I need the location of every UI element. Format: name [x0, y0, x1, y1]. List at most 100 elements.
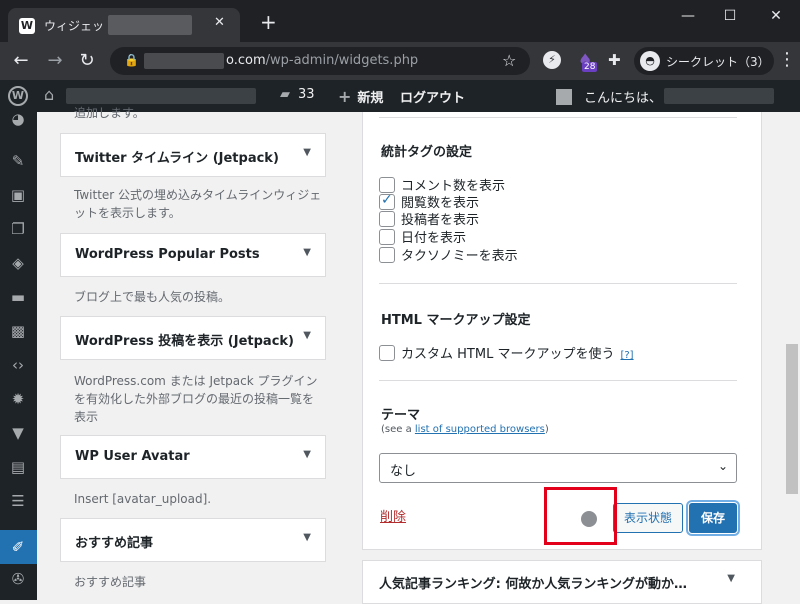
bookmark-star-icon[interactable]: ☆	[502, 51, 516, 70]
howdy-account[interactable]: こんにちは、	[556, 87, 662, 106]
plus-icon: +	[338, 87, 352, 106]
save-button[interactable]: 保存	[689, 503, 737, 533]
collapsed-widget[interactable]: 人気記事ランキング: 何故か人気ランキングが動か… ▼	[362, 560, 762, 604]
stats-option[interactable]: 投稿者を表示	[379, 209, 479, 228]
extension-badge: 28	[582, 62, 598, 72]
option-label: 日付を表示	[401, 231, 467, 246]
checkbox[interactable]	[379, 247, 395, 263]
appearance-menu-active[interactable]: ✐	[0, 530, 37, 564]
browser-tab[interactable]: W ウィジェット ‹ ✕	[8, 8, 240, 42]
html-option[interactable]: カスタム HTML マークアップを使う [?]	[379, 343, 634, 362]
logout-link[interactable]: ログアウト	[400, 87, 465, 106]
stats-option[interactable]: 閲覧数を表示	[379, 192, 479, 211]
forms-icon[interactable]: ▤	[6, 456, 30, 478]
new-content-link[interactable]: + 新規	[338, 87, 383, 106]
lightning-extension-icon[interactable]: ⚡	[543, 51, 561, 69]
widget-description: Insert [avatar_upload].	[74, 492, 212, 506]
puzzle-extensions-icon[interactable]: ✚	[608, 51, 621, 69]
new-tab-icon[interactable]: +	[260, 12, 277, 32]
dropdown-arrow-icon[interactable]: ▼	[303, 147, 311, 158]
posts-icon[interactable]: ✎	[6, 150, 30, 172]
widget-description: 追加します。	[74, 106, 145, 120]
option-label: タクソノミーを表示	[401, 249, 518, 264]
forward-icon[interactable]: →	[44, 50, 66, 71]
html-section-title: HTML マークアップ設定	[381, 313, 531, 328]
widget-title: WordPress 投稿を表示 (Jetpack)	[75, 334, 294, 349]
lock-icon: 🔒	[124, 53, 139, 67]
chevron-down-icon: ⌄	[717, 459, 728, 473]
url-redacted	[144, 53, 224, 69]
feedback-icon[interactable]: ▩	[6, 320, 30, 342]
howdy-label: こんにちは、	[584, 91, 663, 106]
reload-icon[interactable]: ↻	[76, 50, 98, 71]
checkbox[interactable]	[379, 177, 395, 193]
archive-icon[interactable]: ▬	[6, 286, 30, 308]
visibility-button[interactable]: 表示状態	[613, 503, 683, 533]
delete-link[interactable]: 削除	[380, 506, 406, 525]
incognito-button[interactable]: ◓ シークレット（3）	[634, 47, 774, 75]
widget-title: おすすめ記事	[75, 536, 154, 551]
settings-icon[interactable]: ✹	[6, 388, 30, 410]
divider	[379, 117, 737, 118]
checkbox[interactable]	[379, 345, 395, 361]
help-link[interactable]: [?]	[620, 350, 633, 361]
close-window-icon[interactable]: ✕	[764, 8, 788, 24]
tab-title-redacted	[108, 15, 192, 35]
dropdown-arrow-icon[interactable]: ▼	[303, 449, 311, 460]
divider	[379, 380, 737, 381]
address-bar[interactable]: 🔒 o.com/wp-admin/widgets.php ☆	[110, 47, 530, 75]
widget-title: Twitter タイムライン (Jetpack)	[75, 151, 279, 166]
comments-link[interactable]: ▰ 33	[280, 87, 315, 102]
stats-option[interactable]: タクソノミーを表示	[379, 245, 518, 264]
widget-title: WordPress Popular Posts	[75, 247, 260, 262]
code-icon[interactable]: ‹›	[6, 354, 30, 376]
available-widget[interactable]: WordPress 投稿を表示 (Jetpack) ▼	[60, 316, 326, 360]
dropdown-arrow-icon[interactable]: ▼	[303, 532, 311, 543]
tag-icon[interactable]: ◈	[6, 252, 30, 274]
wordpress-favicon-icon: W	[19, 18, 35, 34]
checkbox[interactable]	[379, 211, 395, 227]
available-widget[interactable]: おすすめ記事 ▼	[60, 518, 326, 562]
maximize-icon[interactable]: ☐	[718, 8, 742, 24]
wordpress-logo-icon[interactable]: W	[8, 86, 28, 106]
theme-select-value: なし	[390, 464, 417, 479]
available-widget[interactable]: Twitter タイムライン (Jetpack) ▼	[60, 133, 326, 177]
widget-description: WordPress.com または Jetpack プラグインを有効化した外部ブ…	[74, 374, 318, 424]
media-icon[interactable]: ▣	[6, 184, 30, 206]
widget-title: WP User Avatar	[75, 449, 190, 464]
notification-icon	[556, 89, 572, 105]
back-icon[interactable]: ←	[10, 50, 32, 71]
list-icon[interactable]: ☰	[6, 490, 30, 512]
dropdown-arrow-icon[interactable]: ▼	[727, 573, 735, 584]
dropdown-arrow-icon[interactable]: ▼	[303, 247, 311, 258]
minimize-icon[interactable]: —	[676, 8, 700, 24]
dropdown-arrow-icon[interactable]: ▼	[303, 330, 311, 341]
pages-icon[interactable]: ❐	[6, 218, 30, 240]
comment-count: 33	[298, 87, 315, 102]
comments-icon[interactable]: ▼	[6, 422, 30, 444]
available-widget[interactable]: WordPress Popular Posts ▼	[60, 233, 326, 277]
widget-description: Twitter 公式の埋め込みタイムラインウィジェットを表示します。	[74, 188, 322, 220]
stats-option[interactable]: 日付を表示	[379, 227, 467, 246]
theme-section-title: テーマ	[381, 408, 421, 423]
browser-toolbar: ← → ↻ 🔒 o.com/wp-admin/widgets.php ☆ ⚡ ♠…	[0, 42, 800, 80]
widget-description: ブログ上で最も人気の投稿。	[74, 290, 231, 304]
stats-section-title: 統計タグの設定	[381, 145, 473, 160]
scrollbar-thumb[interactable]	[786, 344, 798, 494]
plugins-icon[interactable]: ✇	[6, 568, 30, 590]
close-tab-icon[interactable]: ✕	[214, 15, 225, 30]
supported-browsers-link[interactable]: list of supported browsers	[415, 424, 545, 435]
browser-menu-icon[interactable]: ⋮	[778, 49, 796, 70]
home-icon[interactable]: ⌂	[44, 85, 54, 104]
theme-select[interactable]: なし ⌄	[379, 453, 737, 483]
checkbox-checked[interactable]	[379, 192, 395, 210]
username-redacted[interactable]	[664, 88, 774, 104]
theme-note: (see a list of supported browsers)	[381, 424, 549, 435]
browser-titlebar: W ウィジェット ‹ ✕ + — ☐ ✕	[0, 0, 800, 42]
site-name-redacted[interactable]	[66, 88, 256, 104]
available-widget[interactable]: WP User Avatar ▼	[60, 435, 326, 479]
stats-option[interactable]: コメント数を表示	[379, 175, 505, 194]
divider	[379, 283, 737, 284]
dashboard-icon[interactable]: ◕	[6, 108, 30, 130]
checkbox[interactable]	[379, 229, 395, 245]
